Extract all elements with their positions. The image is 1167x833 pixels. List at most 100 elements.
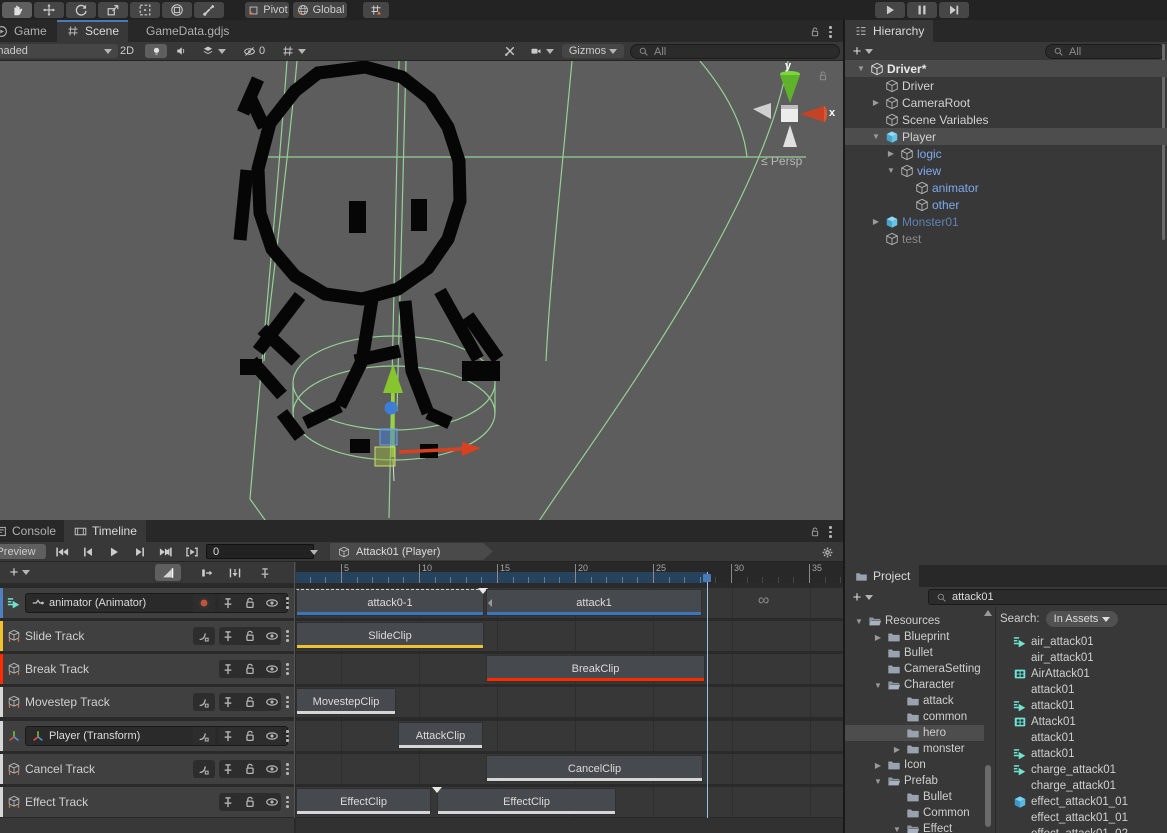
eye-icon[interactable] [265,596,279,610]
project-folder-icon[interactable]: ▶Icon [845,757,984,773]
unlock-icon[interactable] [243,762,257,776]
gizmos-dropdown[interactable]: Gizmos [562,44,624,58]
track-header-break-track[interactable]: Break Track [0,654,294,684]
track-menu-icon[interactable] [286,597,289,609]
goto-start-button[interactable] [50,544,74,559]
track-header-movestep-track[interactable]: Movestep Track [0,687,294,717]
track-lane-effect-track[interactable]: EffectClipEffectClip [296,787,843,817]
hierarchy-item-player[interactable]: ▼Player [845,128,1167,145]
project-folder-prefab[interactable]: ▼Prefab [845,773,984,789]
scene-search-input[interactable]: All [630,44,840,59]
track-header-cancel-track[interactable]: Cancel Track [0,754,294,784]
eye-icon[interactable] [265,662,279,676]
replace-mode-button[interactable] [222,564,248,581]
unlock-icon[interactable] [243,596,257,610]
eye-icon[interactable] [265,629,279,643]
project-result-attack01-3[interactable]: attack01 [1013,682,1167,698]
project-folder-attack[interactable]: attack [845,693,984,709]
tab-console[interactable]: Console [0,520,65,542]
scene-viewport[interactable]: y x ≤ Persp [0,61,843,520]
clip-effectclip[interactable]: EffectClip [296,788,431,815]
pause-button[interactable] [907,2,937,18]
scene-menu-icon[interactable] [829,26,832,38]
track-header-slide-track[interactable]: Slide Track [0,621,294,651]
persp-label[interactable]: ≤ Persp [761,154,802,168]
collapse-arrow-icon[interactable]: ▼ [885,166,897,175]
timeline-breadcrumb[interactable]: Attack01 (Player) [330,543,493,560]
project-result-effect-attack01-01-11[interactable]: effect_attack01_01 [1013,810,1167,826]
rect-tool[interactable] [130,2,160,18]
curves-toggle-button[interactable] [193,727,215,745]
collapse-arrow-icon[interactable]: ▼ [870,132,882,141]
playhead-marker[interactable] [703,574,711,582]
project-result-attack01-7[interactable]: attack01 [1013,746,1167,762]
project-result-air-attack01-1[interactable]: air_attack01 [1013,650,1167,666]
toggle-2d-button[interactable]: 2D [114,44,140,58]
track-lane-animator-animator[interactable]: attack0-1attack1∞ [296,588,843,618]
frame-dropdown-icon[interactable] [310,550,318,555]
project-splitter[interactable] [995,607,996,833]
track-header-player-transform[interactable]: Player (Transform) [0,721,294,751]
unlock-icon[interactable] [243,695,257,709]
track-menu-icon[interactable] [286,763,289,775]
custom-tool[interactable] [194,2,224,18]
hierarchy-item-driver[interactable]: Driver [845,77,1167,94]
add-track-button[interactable]: + [2,564,38,580]
tab-game[interactable]: Game [0,20,56,42]
clip-breakclip[interactable]: BreakClip [486,655,705,682]
unlock-icon[interactable] [243,662,257,676]
project-tree-scroll-up[interactable] [984,610,992,616]
project-folder-common[interactable]: common [845,709,984,725]
curves-toggle-button[interactable] [193,693,215,711]
expand-arrow-icon[interactable]: ▶ [870,217,882,226]
project-result-airattack01-2[interactable]: AirAttack01 [1013,666,1167,682]
frame-counter-field[interactable]: 0 [206,544,314,559]
clip-attack1[interactable]: attack1 [486,589,702,616]
project-folder-resources[interactable]: ▼Resources [845,613,984,629]
track-lane-cancel-track[interactable]: CancelClip [296,754,843,784]
move-tool[interactable] [34,2,64,18]
hierarchy-item-driver[interactable]: ▼Driver* [845,60,1167,77]
previous-frame-button[interactable] [76,544,100,559]
tab-project[interactable]: Project [845,565,919,587]
axis-x-label[interactable]: x [829,107,835,119]
record-button[interactable] [193,594,215,612]
rotate-tool[interactable] [66,2,96,18]
tab-timeline[interactable]: Timeline [64,520,146,542]
search-scope-pill[interactable]: In Assets [1046,611,1119,627]
eye-icon[interactable] [265,762,279,776]
transform-tool[interactable] [162,2,192,18]
hierarchy-item-cameraroot[interactable]: ▶CameraRoot [845,94,1167,111]
track-menu-icon[interactable] [286,696,289,708]
project-result-attack01-5[interactable]: Attack01 [1013,714,1167,730]
eye-icon[interactable] [265,795,279,809]
hierarchy-item-monster01[interactable]: ▶Monster01 [845,213,1167,230]
project-search-input[interactable]: attack01 [928,589,1167,605]
eye-icon[interactable] [265,695,279,709]
unlock-icon[interactable] [808,525,822,539]
clip-attackclip[interactable]: AttackClip [398,722,483,749]
collapse-arrow-icon[interactable]: ▼ [855,64,867,73]
track-lane-player-transform[interactable]: AttackClip [296,721,843,751]
global-toggle-button[interactable]: Global [293,2,347,18]
timeline-menu-icon[interactable] [829,526,832,538]
project-folder-monster[interactable]: ▶monster [845,741,984,757]
timeline-ruler[interactable]: 5101520253035 [296,562,843,583]
curves-toggle-button[interactable] [193,760,215,778]
project-folder-camerasetting[interactable]: CameraSetting [845,661,984,677]
collapse-arrow-icon[interactable]: ▼ [872,777,884,786]
preview-toggle-button[interactable]: Preview [0,544,46,559]
audio-toggle-button[interactable] [170,44,192,58]
project-folder-character[interactable]: ▼Character [845,677,984,693]
track-header-effect-track[interactable]: Effect Track [0,787,294,817]
project-folder-bullet[interactable]: Bullet [845,789,984,805]
hierarchy-item-scene-variables[interactable]: Scene Variables [845,111,1167,128]
track-lane-break-track[interactable]: BreakClip [296,654,843,684]
ripple-mode-button[interactable] [194,564,220,581]
project-result-attack01-6[interactable]: attack01 [1013,730,1167,746]
expand-arrow-icon[interactable]: ▶ [885,149,897,158]
clip-slideclip[interactable]: SlideClip [296,622,484,649]
unlock-icon[interactable] [243,795,257,809]
clip-movestepclip[interactable]: MovestepClip [296,688,396,715]
hidden-objects-button[interactable]: 0 [238,44,270,58]
